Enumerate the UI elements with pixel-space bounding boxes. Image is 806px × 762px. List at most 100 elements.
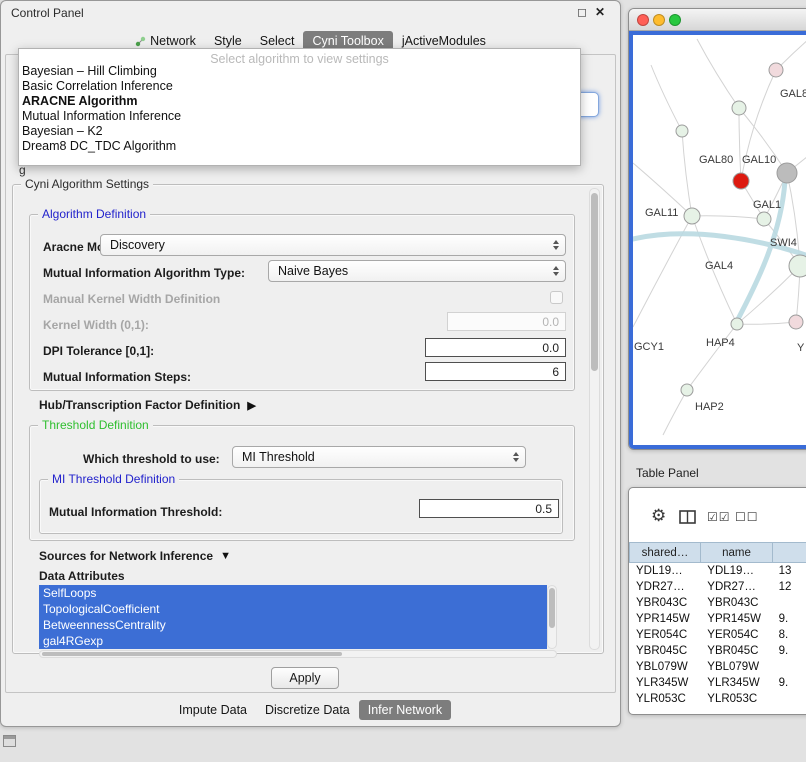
close-icon[interactable]: ✕ [593, 5, 607, 19]
attributes-vscrollbar[interactable] [547, 585, 557, 649]
minimize-traffic-light[interactable] [653, 14, 665, 26]
mi-threshold-field[interactable]: 0.5 [419, 499, 559, 518]
node-label: GCY1 [634, 341, 664, 353]
tab-infer-network[interactable]: Infer Network [359, 700, 451, 720]
float-window-icon[interactable]: ◻ [575, 5, 589, 19]
cell: 13 [772, 563, 806, 579]
graph-edge [692, 216, 764, 219]
column-header-clipped[interactable] [773, 542, 806, 563]
graph-edge [737, 266, 800, 324]
zoom-traffic-light[interactable] [669, 14, 681, 26]
table-row[interactable]: YDL19… YDL19… 13 [629, 563, 806, 579]
algorithm-option[interactable]: Bayesian – Hill Climbing [19, 64, 580, 79]
algorithm-option[interactable]: Basic Correlation Inference [19, 79, 580, 94]
attribute-item[interactable]: SelfLoops [39, 585, 547, 601]
tab-label: Style [214, 34, 242, 48]
algorithm-option[interactable]: Dream8 DC_TDC Algorithm [19, 139, 580, 154]
network-canvas[interactable]: GAL8 GAL80 GAL10 GAL11 GAL1 SWI4 GAL4 GC… [633, 35, 806, 445]
column-header-shared-name[interactable]: shared… [629, 542, 701, 563]
data-attributes-list: SelfLoops TopologicalCoefficient Between… [39, 585, 547, 649]
sources-expander[interactable]: Sources for Network Inference ▼ [39, 549, 231, 563]
combobox-value: Discovery [110, 238, 165, 252]
field-value: 0.5 [535, 502, 552, 516]
graph-node-gal10[interactable] [733, 173, 749, 189]
graph-node[interactable] [769, 63, 783, 77]
attribute-item[interactable]: BetweennessCentrality [39, 617, 547, 633]
cell [772, 595, 806, 611]
column-header-name[interactable]: name [701, 542, 773, 563]
mi-algorithm-type-label: Mutual Information Algorithm Type: [43, 266, 245, 280]
table-row[interactable]: YBL079W YBL079W [629, 659, 806, 675]
cell: 9. [772, 611, 806, 627]
table-row[interactable]: YBR043C YBR043C [629, 595, 806, 611]
settings-scrollbar-thumb[interactable] [591, 193, 598, 371]
table-row[interactable]: YLR053C YLR053C [629, 691, 806, 707]
graph-node[interactable] [681, 384, 693, 396]
table-row[interactable]: YPR145W YPR145W 9. [629, 611, 806, 627]
cell: YBR043C [629, 595, 700, 611]
dpi-tolerance-label: DPI Tolerance [0,1]: [43, 344, 154, 358]
graph-node[interactable] [731, 318, 743, 330]
popup-placeholder: Select algorithm to view settings [19, 49, 580, 64]
graph-node[interactable] [732, 101, 746, 115]
table-row[interactable]: YBR045C YBR045C 9. [629, 643, 806, 659]
cell: YDL19… [629, 563, 700, 579]
hub-definition-expander[interactable]: Hub/Transcription Factor Definition ▶ [39, 398, 256, 412]
tab-discretize-data[interactable]: Discretize Data [256, 700, 359, 720]
node-label: HAP2 [695, 401, 724, 413]
manual-kernel-width-label: Manual Kernel Width Definition [43, 292, 220, 306]
field-value: 6 [552, 365, 559, 379]
algorithm-option[interactable]: Mutual Information Inference [19, 109, 580, 124]
settings-scrollbar[interactable] [589, 188, 600, 650]
columns-icon[interactable] [679, 510, 696, 524]
combobox-value: Naive Bayes [278, 264, 348, 278]
deselect-all-checkboxes-icon[interactable]: ☐☐ [735, 510, 759, 524]
manual-kernel-width-checkbox[interactable] [550, 291, 563, 304]
cell: 12 [772, 579, 806, 595]
cell: YBL079W [700, 659, 771, 675]
node-label: SWI4 [770, 237, 797, 249]
graph-node[interactable] [789, 315, 803, 329]
collapse-down-icon[interactable]: ▼ [220, 550, 231, 562]
dpi-tolerance-field[interactable]: 0.0 [425, 338, 566, 357]
node-label: GAL80 [699, 154, 733, 166]
algorithm-option[interactable]: Bayesian – K2 [19, 124, 580, 139]
attributes-hscrollbar[interactable] [39, 650, 557, 658]
attributes-hscrollbar-thumb[interactable] [42, 652, 342, 656]
graph-node[interactable] [684, 208, 700, 224]
cell: 8. [772, 627, 806, 643]
network-view-frame: GAL8 GAL80 GAL10 GAL11 GAL1 SWI4 GAL4 GC… [629, 31, 806, 449]
attribute-item[interactable]: gal4RGexp [39, 633, 547, 649]
cell: YLR345W [629, 675, 700, 691]
network-window-titlebar[interactable] [629, 9, 806, 31]
apply-button[interactable]: Apply [271, 667, 339, 689]
cell: YER054C [629, 627, 700, 643]
table-row[interactable]: YLR345W YLR345W 9. [629, 675, 806, 691]
graph-node[interactable] [789, 255, 806, 277]
graph-node[interactable] [757, 212, 771, 226]
expand-right-icon[interactable]: ▶ [247, 399, 255, 412]
tab-label: jActiveModules [402, 34, 486, 48]
mi-steps-field[interactable]: 6 [425, 362, 566, 381]
which-threshold-combobox[interactable]: MI Threshold [232, 446, 526, 468]
cell: YBL079W [629, 659, 700, 675]
select-all-checkboxes-icon[interactable]: ☑☑ [707, 510, 731, 524]
gear-icon[interactable]: ⚙ [651, 506, 666, 526]
attribute-item[interactable]: TopologicalCoefficient [39, 601, 547, 617]
minimized-panel-icon[interactable] [3, 735, 16, 747]
node-label: GAL4 [705, 260, 733, 272]
algorithm-option-selected[interactable]: ARACNE Algorithm [19, 94, 580, 109]
mi-algorithm-type-combobox[interactable]: Naive Bayes [268, 260, 566, 282]
tab-impute-data[interactable]: Impute Data [170, 700, 256, 720]
close-traffic-light[interactable] [637, 14, 649, 26]
table-row[interactable]: YDR27… YDR27… 12 [629, 579, 806, 595]
algorithm-dropdown-popup: Select algorithm to view settings Bayesi… [18, 48, 581, 166]
table-row[interactable]: YER054C YER054C 8. [629, 627, 806, 643]
graph-node[interactable] [676, 125, 688, 137]
graph-edge [651, 65, 682, 131]
cell: 9. [772, 643, 806, 659]
aracne-mode-combobox[interactable]: Discovery [100, 234, 566, 256]
graph-node[interactable] [777, 163, 797, 183]
kernel-width-field[interactable]: 0.0 [447, 312, 566, 331]
attributes-vscrollbar-thumb[interactable] [549, 588, 555, 628]
